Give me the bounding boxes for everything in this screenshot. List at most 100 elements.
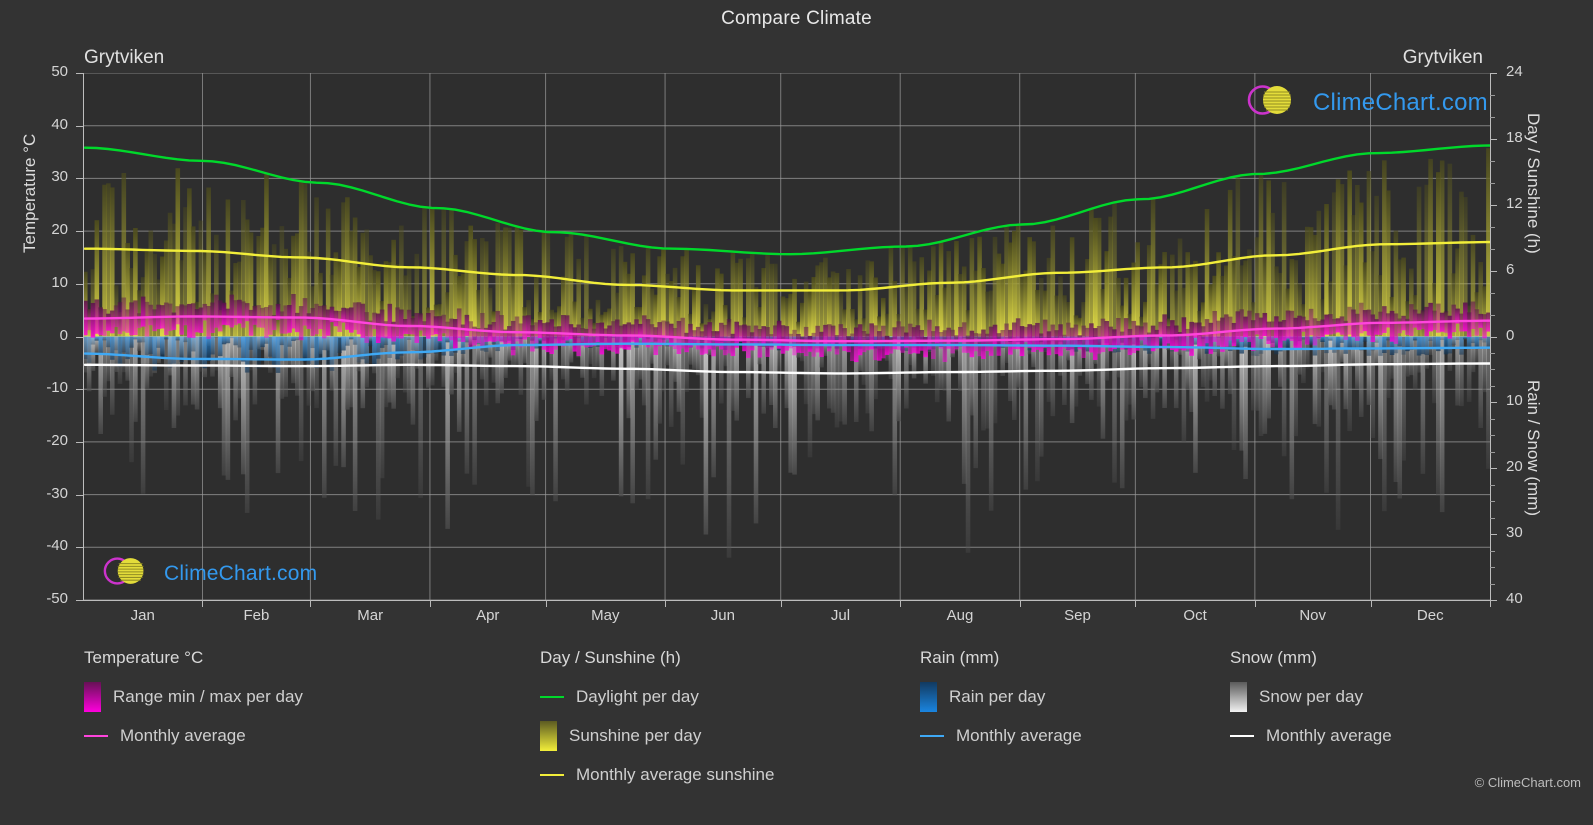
x-axis-month-label: Jul: [830, 607, 851, 624]
right-axis-tick-mark: [1490, 402, 1497, 404]
snow-daily-bars: [83, 336, 1490, 558]
legend-group-title: Temperature °C: [84, 648, 204, 667]
left-axis-tick-label: -50: [46, 590, 68, 607]
legend-item[interactable]: Rain per day: [920, 682, 1082, 712]
right-axis-tick-label-hours: 12: [1506, 194, 1523, 212]
x-axis-tick-mark: [1019, 600, 1021, 607]
right-axis-minor-tick: [1490, 116, 1495, 118]
climechart-logo-icon: [92, 553, 160, 594]
left-axis-tick-mark: [76, 547, 83, 549]
x-axis-month-label: May: [591, 607, 620, 624]
right-axis-tick-mark: [1490, 600, 1497, 601]
left-axis-tick-mark: [76, 494, 83, 496]
x-axis-month-label: Apr: [476, 607, 500, 624]
legend-item-label: Monthly average sunshine: [576, 765, 775, 784]
legend-item[interactable]: Monthly average: [1230, 721, 1392, 751]
right-axis-minor-tick: [1490, 517, 1495, 519]
legend-group-snow-mm-: Snow (mm) Snow per day Monthly average: [1230, 648, 1392, 760]
right-axis-minor-tick: [1490, 314, 1495, 316]
legend-swatch-line: [920, 735, 944, 737]
right-axis-tick-mark: [1490, 270, 1497, 272]
brand-wordmark: ClimeChart.com: [164, 561, 318, 585]
x-axis-tick-mark: [1135, 600, 1137, 607]
right-axis-minor-tick: [1490, 94, 1495, 96]
left-axis-tick-mark: [76, 336, 83, 338]
left-axis-tick-label: 30: [51, 168, 68, 186]
x-axis-tick-mark: [665, 600, 667, 607]
x-axis-month-label: Aug: [946, 607, 974, 624]
legend-swatch-line: [540, 696, 564, 698]
right-axis-tick-mark: [1490, 73, 1497, 74]
x-axis-tick-mark: [1490, 600, 1491, 607]
legend-swatch-box: [920, 682, 937, 712]
brand-wordmark: ClimeChart.com: [1313, 88, 1488, 116]
legend-item[interactable]: Monthly average sunshine: [540, 760, 774, 790]
legend-group-temperature-c: Temperature °C Range min / max per day Mon…: [84, 648, 303, 760]
right-axis-minor-tick: [1490, 435, 1495, 437]
left-axis-tick-mark: [76, 73, 83, 74]
x-axis-tick-mark: [1370, 600, 1372, 607]
legend-item-label: Monthly average: [1266, 726, 1392, 745]
x-axis-month-label: Jan: [130, 607, 155, 624]
legend-group-title: Snow (mm): [1230, 648, 1317, 667]
legend-group-title: Day / Sunshine (h): [540, 648, 681, 667]
right-axis-tick-mark: [1490, 204, 1497, 206]
location-label-left: Grytviken: [84, 47, 165, 68]
x-axis-month-label: Dec: [1416, 607, 1444, 624]
legend-group-day-sunshine-h-: Day / Sunshine (h) Daylight per day Sunshi…: [540, 648, 774, 799]
right-axis-tick-mark: [1490, 534, 1497, 536]
x-axis-tick-mark: [1254, 600, 1256, 607]
legend-swatch-box: [84, 682, 101, 712]
legend-item-label: Range min / max per day: [113, 687, 303, 706]
left-axis-tick-mark: [76, 178, 83, 180]
right-axis-minor-tick: [1490, 451, 1495, 453]
legend-item[interactable]: Snow per day: [1230, 682, 1392, 712]
location-label-right: Grytviken: [1402, 47, 1483, 68]
right-axis-minor-tick: [1490, 550, 1495, 552]
x-axis-tick-mark: [202, 600, 204, 607]
plot-svg: [83, 73, 1490, 600]
right-axis-tick-label-hours: 18: [1506, 128, 1523, 146]
right-axis-tick-label-hours: 0: [1506, 326, 1515, 344]
right-axis-minor-tick: [1490, 352, 1495, 354]
legend-item[interactable]: Range min / max per day: [84, 682, 303, 712]
right-axis-minor-tick: [1490, 418, 1495, 420]
page-title: Compare Climate: [721, 8, 872, 29]
x-axis-tick-mark: [545, 600, 547, 607]
left-axis-tick-label: 10: [51, 273, 68, 291]
climate-chart-page: Compare Climate Grytviken Grytviken Temp…: [0, 0, 1593, 825]
legend-item[interactable]: Monthly average: [920, 721, 1082, 751]
right-axis-minor-tick: [1490, 567, 1495, 569]
legend-swatch-line: [540, 774, 564, 776]
right-axis-minor-tick: [1490, 182, 1495, 184]
right-axis-minor-tick: [1490, 501, 1495, 503]
legend-swatch-box: [540, 721, 557, 751]
left-axis-tick-mark: [76, 283, 83, 285]
x-axis-month-label: Jun: [710, 607, 735, 624]
legend-item[interactable]: Daylight per day: [540, 682, 774, 712]
copyright-notice: © ClimeChart.com: [1474, 775, 1581, 790]
x-axis-month-label: Oct: [1183, 607, 1207, 624]
right-axis-minor-tick: [1490, 484, 1495, 486]
legend-item-label: Snow per day: [1259, 687, 1363, 706]
x-axis-tick-mark: [310, 600, 312, 607]
legend-swatch-line: [1230, 735, 1254, 737]
legend-group-title: Rain (mm): [920, 648, 1000, 667]
x-axis-month-label: Feb: [243, 607, 270, 624]
left-axis-tick-label: -20: [46, 431, 68, 449]
right-axis-tick-label-mm: 20: [1506, 458, 1523, 476]
legend: Temperature °C Range min / max per day Mon…: [0, 648, 1593, 808]
climechart-logo-icon: [1235, 81, 1309, 124]
right-axis-tick-mark: [1490, 468, 1497, 470]
right-axis-minor-tick: [1490, 248, 1495, 250]
right-axis-tick-label-mm: 40: [1506, 590, 1523, 607]
right-axis-tick-mark: [1490, 336, 1497, 338]
left-axis-tick-label: 40: [51, 115, 68, 133]
legend-item[interactable]: Sunshine per day: [540, 721, 774, 751]
x-axis-month-label: Mar: [357, 607, 384, 624]
x-axis-tick-mark: [900, 600, 902, 607]
legend-item[interactable]: Monthly average: [84, 721, 303, 751]
left-axis-tick-label: 50: [51, 63, 68, 80]
left-axis-tick-label: -10: [46, 379, 68, 397]
right-axis-tick-label-mm: 30: [1506, 524, 1523, 542]
